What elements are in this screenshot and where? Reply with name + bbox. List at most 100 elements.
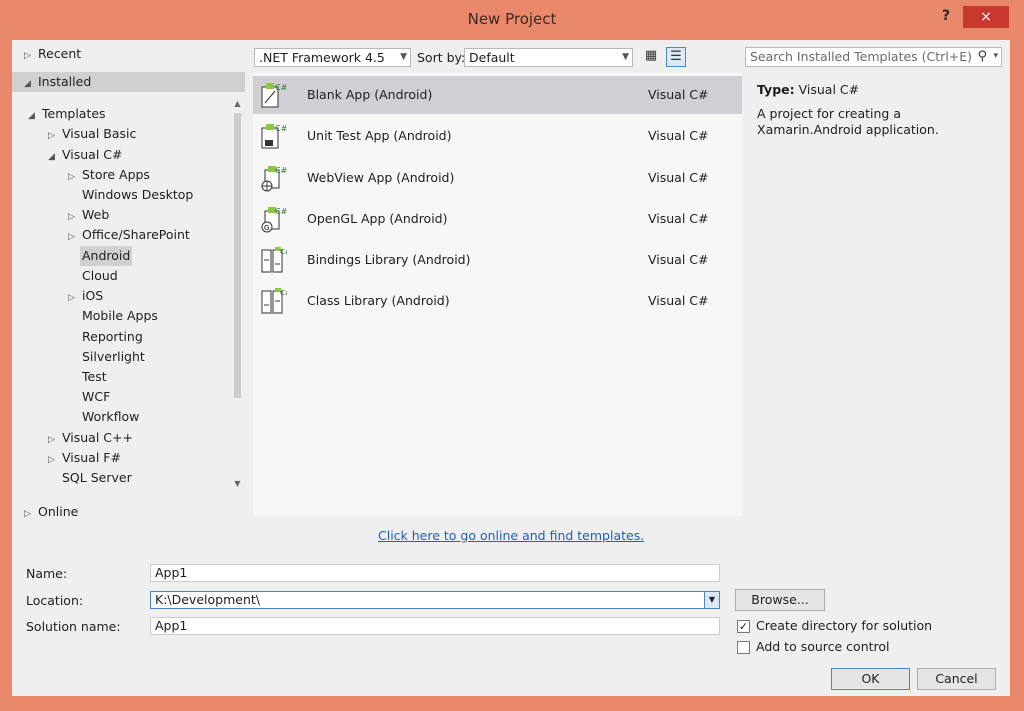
project-name-input[interactable]: App1	[150, 564, 720, 582]
search-input[interactable]: Search Installed Templates (Ctrl+E) ⚲ ▾	[745, 47, 1002, 67]
ok-button[interactable]: OK	[831, 668, 910, 690]
expand-arrow-icon: ▷	[48, 455, 55, 465]
template-name: Class Library (Android)	[307, 293, 450, 308]
tree-item-mobile-apps[interactable]: Mobile Apps	[82, 306, 158, 326]
location-label: Location:	[26, 593, 84, 608]
tree-item-visual-basic[interactable]: ▷ Visual Basic	[48, 124, 136, 144]
template-language: Visual C#	[648, 252, 709, 267]
solution-name-input[interactable]: App1	[150, 617, 720, 635]
tree-item-visual-fsharp[interactable]: ▷ Visual F#	[48, 448, 121, 468]
template-tree: ▷ Recent ◢ Installed ◢ Templates ▷ Visual Ba…	[12, 40, 245, 528]
android-class-library-icon: C#	[261, 288, 287, 314]
checkmark-icon: ✓	[738, 620, 749, 633]
expand-arrow-icon: ▷	[68, 293, 75, 303]
android-test-icon: C#	[261, 124, 287, 149]
tree-item-installed[interactable]: ◢ Installed	[12, 72, 245, 92]
scroll-thumb[interactable]	[234, 113, 241, 398]
tree-item-label: Windows Desktop	[82, 187, 194, 202]
sort-value: Default	[469, 50, 515, 65]
tree-item-test[interactable]: Test	[82, 367, 107, 387]
scroll-down-icon[interactable]: ▼	[233, 479, 242, 488]
tree-item-visual-cpp[interactable]: ▷ Visual C++	[48, 428, 133, 448]
template-language: Visual C#	[648, 211, 709, 226]
online-templates-link[interactable]: Click here to go online and find templat…	[378, 528, 644, 543]
tree-item-templates[interactable]: ◢ Templates	[28, 104, 106, 124]
android-opengl-icon: C# G	[261, 207, 287, 233]
scroll-up-icon[interactable]: ▲	[233, 99, 242, 108]
tree-scrollbar[interactable]: ▲ ▼	[232, 97, 243, 489]
tree-item-label: Mobile Apps	[82, 308, 158, 323]
template-row-unit-test-app[interactable]: C# Unit Test App (Android) Visual C#	[253, 117, 742, 155]
expand-arrow-icon: ▷	[24, 509, 31, 519]
tree-item-label: Test	[82, 369, 107, 384]
template-name: Unit Test App (Android)	[307, 128, 452, 143]
small-icons-view-button[interactable]: ▦	[641, 47, 661, 67]
tree-item-label: Visual F#	[62, 450, 121, 465]
window-title: New Project	[467, 10, 557, 28]
tree-item-web[interactable]: ▷ Web	[68, 205, 109, 225]
tree-item-android[interactable]: Android	[80, 246, 133, 266]
tree-item-label: Web	[82, 207, 110, 222]
tree-item-label: Store Apps	[82, 167, 150, 182]
source-control-checkbox[interactable]	[737, 641, 750, 654]
collapse-arrow-icon: ◢	[48, 152, 55, 162]
expand-arrow-icon: ▷	[48, 131, 55, 141]
sort-select[interactable]: Default ▼	[464, 48, 633, 67]
tree-item-label: Silverlight	[82, 349, 145, 364]
expand-arrow-icon: ▷	[48, 435, 55, 445]
framework-value: .NET Framework 4.5	[259, 50, 385, 65]
cancel-button[interactable]: Cancel	[917, 668, 996, 690]
help-button[interactable]: ?	[935, 8, 957, 30]
template-row-webview-app[interactable]: C# WebView App (Android) Visual C#	[253, 159, 742, 197]
tree-item-label: WCF	[82, 389, 111, 404]
tree-item-label: Visual C++	[62, 430, 133, 445]
chevron-down-icon: ▼	[400, 52, 407, 62]
tree-item-online[interactable]: ▷ Online	[24, 502, 78, 522]
tree-item-label: Installed	[38, 74, 92, 89]
tree-item-label: SQL Server	[62, 470, 132, 485]
type-value: Visual C#	[798, 82, 860, 97]
svg-text:C#: C#	[275, 83, 287, 92]
close-button[interactable]: ×	[963, 6, 1009, 28]
tree-item-label: Recent	[38, 46, 82, 61]
android-bindings-icon: C#	[261, 247, 287, 273]
template-name: Blank App (Android)	[307, 87, 433, 102]
template-name: OpenGL App (Android)	[307, 211, 448, 226]
collapse-arrow-icon: ◢	[28, 111, 35, 121]
tree-item-label: Workflow	[82, 409, 140, 424]
create-directory-checkbox[interactable]: ✓	[737, 620, 750, 633]
title-bar: New Project ? ×	[0, 0, 1024, 40]
template-language: Visual C#	[648, 87, 709, 102]
location-input[interactable]: K:\Development\ ▼	[150, 591, 720, 609]
list-view-button[interactable]: ☰	[666, 47, 686, 67]
tree-item-visual-csharp[interactable]: ◢ Visual C#	[48, 145, 123, 165]
tree-item-label: Reporting	[82, 329, 143, 344]
svg-text:C#: C#	[275, 124, 287, 133]
tree-item-workflow[interactable]: Workflow	[82, 407, 139, 427]
tree-item-windows-desktop[interactable]: Windows Desktop	[82, 185, 193, 205]
tree-item-cloud[interactable]: Cloud	[82, 266, 118, 286]
tree-item-recent[interactable]: ▷ Recent	[12, 44, 245, 64]
create-directory-label: Create directory for solution	[756, 618, 933, 633]
template-row-opengl-app[interactable]: C# G OpenGL App (Android) Visual C#	[253, 200, 742, 238]
template-language: Visual C#	[648, 293, 709, 308]
browse-button[interactable]: Browse...	[735, 589, 825, 611]
tree-item-wcf[interactable]: WCF	[82, 387, 110, 407]
tree-item-silverlight[interactable]: Silverlight	[82, 347, 145, 367]
grid-icon: ▦	[644, 48, 658, 63]
framework-select[interactable]: .NET Framework 4.5 ▼	[254, 48, 411, 67]
template-row-blank-app[interactable]: C# Blank App (Android) Visual C#	[253, 76, 742, 114]
chevron-down-icon[interactable]: ▼	[704, 592, 719, 608]
template-row-class-library[interactable]: C# Class Library (Android) Visual C#	[253, 282, 742, 320]
tree-item-ios[interactable]: ▷ iOS	[68, 286, 103, 306]
tree-item-office-sharepoint[interactable]: ▷ Office/SharePoint	[68, 225, 190, 245]
svg-text:C#: C#	[280, 289, 287, 297]
tree-item-label: Online	[38, 504, 79, 519]
expand-arrow-icon: ▷	[68, 212, 75, 222]
tree-item-label: Visual Basic	[62, 126, 137, 141]
source-control-label: Add to source control	[756, 639, 890, 654]
template-row-bindings-library[interactable]: C# Bindings Library (Android) Visual C#	[253, 241, 742, 279]
tree-item-sql-server[interactable]: SQL Server	[62, 468, 132, 488]
tree-item-store-apps[interactable]: ▷ Store Apps	[68, 165, 150, 185]
tree-item-reporting[interactable]: Reporting	[82, 327, 143, 347]
